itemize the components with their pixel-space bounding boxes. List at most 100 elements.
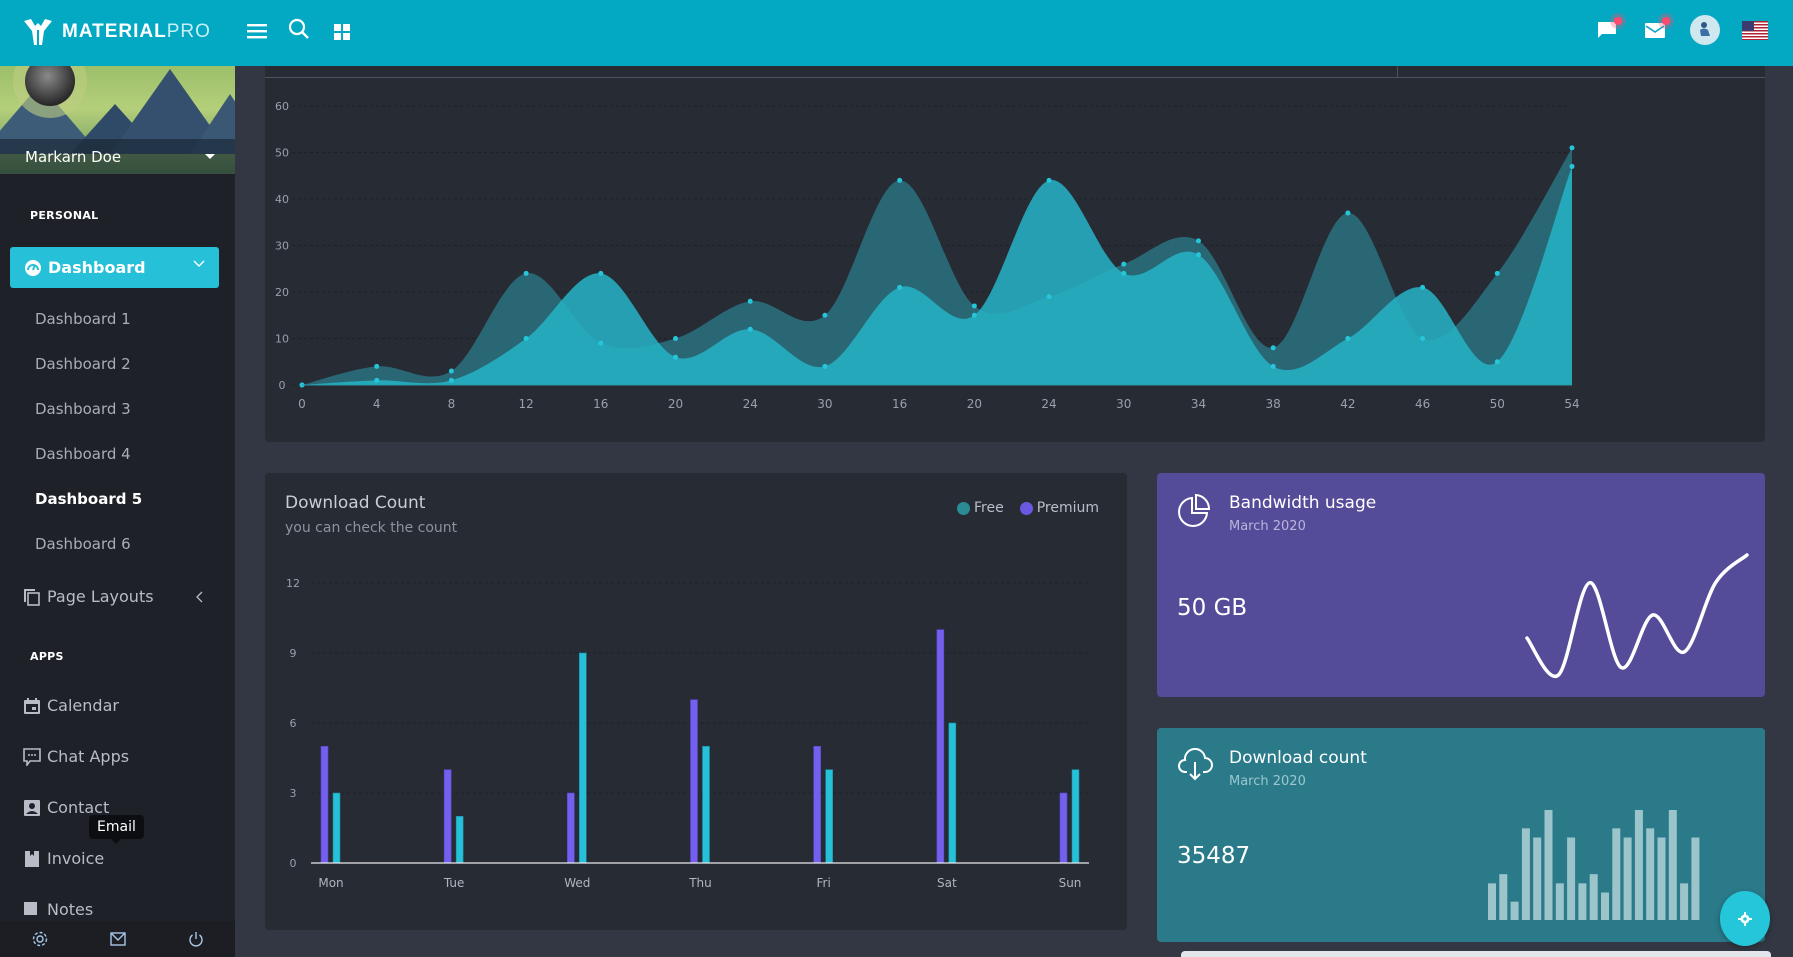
notification-dot — [1614, 17, 1622, 25]
sparkline-path — [1525, 553, 1749, 679]
page-scrollbar-track[interactable] — [1768, 66, 1793, 957]
data-point[interactable] — [673, 336, 679, 341]
x-tick-label: 30 — [817, 397, 832, 411]
sparkline-bar — [1544, 810, 1553, 920]
data-point[interactable] — [1195, 252, 1201, 258]
card-title: Download count — [1229, 748, 1367, 768]
sparkline-bar — [1499, 874, 1508, 920]
user-avatar[interactable] — [1690, 15, 1720, 45]
sidebar-item-label: Calendar — [47, 696, 119, 715]
data-point[interactable] — [523, 336, 529, 341]
data-point[interactable] — [822, 363, 828, 369]
bar-premium-wed[interactable] — [567, 792, 575, 864]
bar-free-mon[interactable] — [332, 792, 341, 864]
sidebar-item-chat-apps[interactable]: Chat Apps — [23, 747, 129, 766]
bar-free-sat[interactable] — [948, 722, 957, 864]
bar-premium-fri[interactable] — [813, 746, 821, 864]
sparkline-bar — [1680, 883, 1689, 920]
data-point[interactable] — [1121, 270, 1127, 276]
data-point[interactable] — [897, 177, 903, 183]
bar-premium-tue[interactable] — [443, 769, 452, 864]
x-tick-label: Sat — [937, 876, 957, 890]
data-point[interactable] — [374, 377, 380, 383]
sidebar-subitem-dashboard-6[interactable]: Dashboard 6 — [35, 535, 131, 553]
data-point[interactable] — [1494, 359, 1500, 365]
sidebar-item-page-layouts[interactable]: Page Layouts — [23, 587, 223, 606]
data-point[interactable] — [1569, 163, 1575, 169]
sidebar-item-invoice[interactable]: Invoice — [23, 849, 104, 868]
data-point[interactable] — [1569, 145, 1575, 151]
settings-button[interactable] — [31, 930, 49, 948]
data-point[interactable] — [1046, 177, 1052, 183]
download-count-value: 35487 — [1177, 843, 1251, 869]
top-header: MATERIALPRO — [0, 0, 1793, 66]
sparkline-bar — [1488, 883, 1496, 920]
data-point[interactable] — [598, 270, 604, 276]
apps-grid-button[interactable] — [329, 19, 355, 45]
bar-free-thu[interactable] — [702, 746, 710, 864]
data-point[interactable] — [1420, 336, 1426, 341]
data-point[interactable] — [1046, 294, 1052, 300]
card-divider — [265, 77, 1765, 78]
sidebar-subitem-dashboard-2[interactable]: Dashboard 2 — [35, 355, 131, 373]
data-point[interactable] — [747, 298, 753, 304]
x-tick-label: 0 — [298, 397, 306, 411]
data-point[interactable] — [1121, 261, 1127, 267]
bar-premium-sun[interactable] — [1059, 792, 1068, 864]
sidebar-subitem-dashboard-4[interactable]: Dashboard 4 — [35, 445, 131, 463]
data-point[interactable] — [971, 303, 977, 309]
sidebar-subitem-dashboard-5[interactable]: Dashboard 5 — [35, 490, 142, 508]
data-point[interactable] — [448, 368, 454, 374]
chevron-left-icon — [196, 591, 203, 603]
messages-button[interactable] — [1594, 17, 1622, 43]
data-point[interactable] — [971, 312, 977, 318]
bar-premium-thu[interactable] — [690, 699, 698, 864]
sparkline-bar — [1657, 837, 1666, 920]
data-point[interactable] — [1494, 270, 1500, 276]
data-point[interactable] — [747, 326, 753, 332]
sidebar-item-notes[interactable]: Notes — [23, 900, 93, 919]
nav-section-personal: PERSONAL — [30, 209, 99, 222]
sparkline-bar — [1623, 837, 1632, 920]
bar-premium-mon[interactable] — [320, 746, 329, 864]
x-tick-label: 24 — [743, 397, 758, 411]
logout-button[interactable] — [188, 931, 204, 947]
data-point[interactable] — [598, 340, 604, 346]
settings-fab-button[interactable] — [1720, 891, 1770, 946]
data-point[interactable] — [1345, 336, 1351, 341]
data-point[interactable] — [673, 354, 679, 360]
sparkline-bar — [1555, 883, 1564, 920]
search-button[interactable] — [286, 16, 312, 42]
brand[interactable]: MATERIALPRO — [22, 17, 211, 47]
data-point[interactable] — [1420, 284, 1426, 290]
x-tick-label: Mon — [318, 876, 343, 890]
data-point[interactable] — [448, 377, 454, 383]
x-tick-label: Fri — [817, 876, 831, 890]
data-point[interactable] — [1270, 363, 1276, 369]
sidebar-item-dashboard[interactable]: Dashboard — [10, 247, 219, 288]
bar-free-tue[interactable] — [455, 816, 464, 864]
data-point[interactable] — [1195, 238, 1201, 244]
data-point[interactable] — [374, 363, 380, 369]
bar-free-fri[interactable] — [825, 769, 833, 864]
menu-toggle-button[interactable] — [244, 18, 270, 44]
bandwidth-value: 50 GB — [1177, 595, 1248, 621]
email-button[interactable] — [110, 932, 127, 946]
notification-dot — [1662, 17, 1670, 25]
profile-dropdown[interactable]: Markarn Doe — [0, 139, 235, 174]
mail-button[interactable] — [1642, 17, 1670, 43]
bar-free-wed[interactable] — [579, 652, 587, 864]
brand-name: MATERIALPRO — [62, 21, 211, 42]
language-flag-us[interactable] — [1742, 20, 1768, 40]
bar-free-sun[interactable] — [1071, 769, 1080, 864]
data-point[interactable] — [523, 270, 529, 276]
data-point[interactable] — [897, 284, 903, 290]
data-point[interactable] — [822, 312, 828, 318]
data-point[interactable] — [1270, 345, 1276, 351]
bar-premium-sat[interactable] — [936, 629, 945, 864]
sidebar-item-calendar[interactable]: Calendar — [23, 696, 119, 715]
sidebar-subitem-dashboard-3[interactable]: Dashboard 3 — [35, 400, 131, 418]
sidebar-subitem-dashboard-1[interactable]: Dashboard 1 — [35, 310, 131, 328]
sparkline-bar — [1691, 837, 1700, 920]
data-point[interactable] — [1345, 210, 1351, 216]
